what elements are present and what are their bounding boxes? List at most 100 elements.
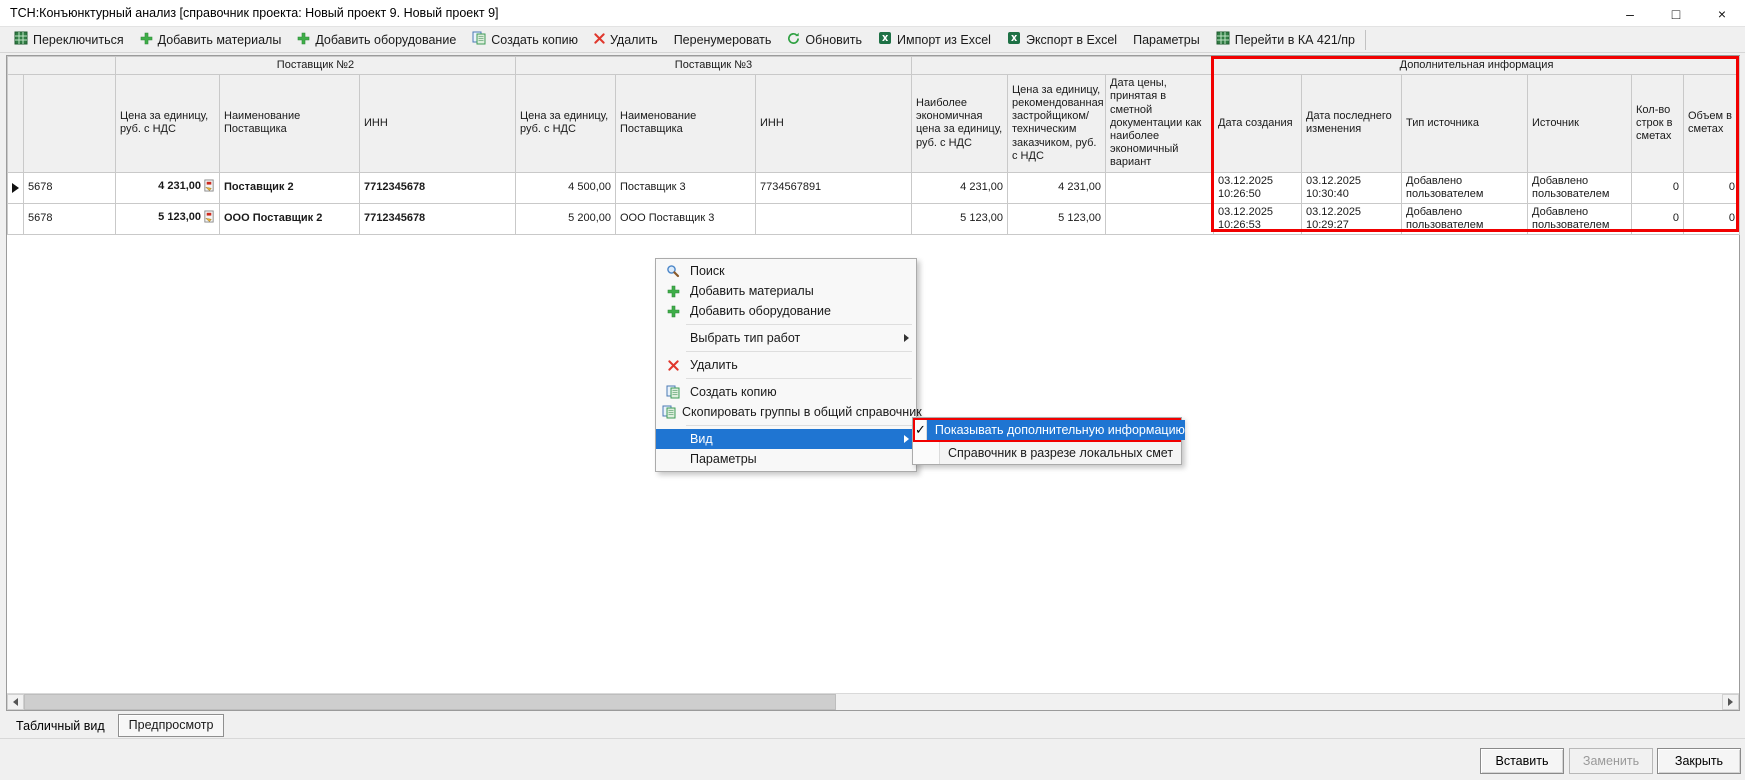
close-dialog-button[interactable]: Закрыть xyxy=(1657,748,1741,774)
column-header-price-date[interactable]: Дата цены, принятая в сметной документац… xyxy=(1106,75,1214,172)
column-header-volume[interactable]: Объем в сметах xyxy=(1684,75,1740,172)
cell-best-price[interactable]: 5 123,00 xyxy=(912,203,1008,234)
menu-item-label: Удалить xyxy=(690,358,738,372)
toolbar-delete-button[interactable]: Удалить xyxy=(586,28,666,52)
column-header-s3-price[interactable]: Цена за единицу, руб. с НДС xyxy=(516,75,616,172)
menu-item-label: Скопировать группы в общий справочник xyxy=(682,405,922,419)
cell-source-type[interactable]: Добавлено пользователем xyxy=(1402,172,1528,203)
toolbar-divider xyxy=(1365,30,1366,50)
cell-rows-count[interactable]: 0 xyxy=(1632,172,1684,203)
cell-price-date[interactable] xyxy=(1106,172,1214,203)
toolbar-switch-button[interactable]: Переключиться xyxy=(6,28,132,52)
cell-s3-price[interactable]: 5 200,00 xyxy=(516,203,616,234)
price-edit-icon[interactable] xyxy=(203,179,215,196)
menu-item-add-materials[interactable]: Добавить материалы xyxy=(656,281,916,301)
cell-code[interactable]: 5678 xyxy=(24,203,116,234)
cell-s3-price[interactable]: 4 500,00 xyxy=(516,172,616,203)
toolbar-create-copy-button[interactable]: Создать копию xyxy=(464,28,586,52)
tab-table-view[interactable]: Табличный вид xyxy=(6,716,115,737)
cell-s3-inn[interactable] xyxy=(756,203,912,234)
cell-rows-count[interactable]: 0 xyxy=(1632,203,1684,234)
suppliers-table: Поставщик №2 Поставщик №3 Дополнительная… xyxy=(7,56,1740,235)
switch-grid-icon xyxy=(14,31,28,48)
column-header-created[interactable]: Дата создания xyxy=(1214,75,1302,172)
cell-volume[interactable]: 0 xyxy=(1684,172,1740,203)
cell-best-price[interactable]: 4 231,00 xyxy=(912,172,1008,203)
group-header-empty xyxy=(912,57,1214,75)
maximize-button[interactable]: □ xyxy=(1653,0,1699,27)
submenu-item-directory-by-estimates[interactable]: Справочник в разрезе локальных смет xyxy=(913,442,1181,464)
row-indicator xyxy=(8,172,24,203)
column-header-s3-inn[interactable]: ИНН xyxy=(756,75,912,172)
cell-created[interactable]: 03.12.2025 10:26:50 xyxy=(1214,172,1302,203)
toolbar-label: Переключиться xyxy=(33,33,124,47)
menu-item-label: Вид xyxy=(690,432,713,446)
cell-price-date[interactable] xyxy=(1106,203,1214,234)
cell-modified[interactable]: 03.12.2025 10:30:40 xyxy=(1302,172,1402,203)
cell-code[interactable]: 5678 xyxy=(24,172,116,203)
cell-s2-name[interactable]: Поставщик 2 xyxy=(220,172,360,203)
scrollbar-thumb[interactable] xyxy=(24,694,836,710)
submenu-item-show-additional-info[interactable]: ✓ Показывать дополнительную информацию xyxy=(913,418,1181,442)
column-header-s2-name[interactable]: Наименование Поставщика xyxy=(220,75,360,172)
column-header-s3-name[interactable]: Наименование Поставщика xyxy=(616,75,756,172)
cell-source[interactable]: Добавлено пользователем xyxy=(1528,203,1632,234)
menu-item-create-copy[interactable]: Создать копию xyxy=(656,382,916,402)
column-header-s2-price[interactable]: Цена за единицу, руб. с НДС xyxy=(116,75,220,172)
table-row[interactable]: 5678 4 231,00 Поставщик 2 7712345678 4 5… xyxy=(8,172,1740,203)
toolbar-goto-ka-button[interactable]: Перейти в КА 421/пр xyxy=(1208,28,1363,52)
close-button[interactable]: × xyxy=(1699,0,1745,27)
toolbar-label: Импорт из Excel xyxy=(897,33,991,47)
toolbar-renumber-button[interactable]: Перенумеровать xyxy=(666,28,780,52)
menu-item-select-work-type[interactable]: Выбрать тип работ xyxy=(656,328,916,348)
scroll-left-button[interactable] xyxy=(7,694,24,710)
horizontal-scrollbar[interactable] xyxy=(7,693,1739,710)
menu-item-copy-groups[interactable]: Скопировать группы в общий справочник xyxy=(656,402,916,422)
minimize-button[interactable]: – xyxy=(1607,0,1653,27)
toolbar-parameters-button[interactable]: Параметры xyxy=(1125,28,1208,52)
menu-item-delete[interactable]: Удалить xyxy=(656,355,916,375)
toolbar-import-excel-button[interactable]: Импорт из Excel xyxy=(870,28,999,52)
menu-item-parameters[interactable]: Параметры xyxy=(656,449,916,469)
refresh-icon xyxy=(787,32,800,48)
cell-s2-price[interactable]: 4 231,00 xyxy=(116,172,220,203)
price-edit-icon[interactable] xyxy=(203,210,215,227)
cell-source[interactable]: Добавлено пользователем xyxy=(1528,172,1632,203)
menu-item-view[interactable]: Вид xyxy=(656,429,916,449)
cell-modified[interactable]: 03.12.2025 10:29:27 xyxy=(1302,203,1402,234)
column-header-best-price[interactable]: Наиболее экономичная цена за единицу, ру… xyxy=(912,75,1008,172)
tab-preview[interactable]: Предпросмотр xyxy=(118,714,225,737)
cell-volume[interactable]: 0 xyxy=(1684,203,1740,234)
cell-s2-inn[interactable]: 7712345678 xyxy=(360,172,516,203)
menu-item-add-equipment[interactable]: Добавить оборудование xyxy=(656,301,916,321)
excel-icon xyxy=(878,31,892,48)
toolbar-add-equipment-button[interactable]: Добавить оборудование xyxy=(289,28,464,52)
scroll-right-button[interactable] xyxy=(1722,694,1739,710)
cell-created[interactable]: 03.12.2025 10:26:53 xyxy=(1214,203,1302,234)
cell-s2-inn[interactable]: 7712345678 xyxy=(360,203,516,234)
cell-recommended-price[interactable]: 4 231,00 xyxy=(1008,172,1106,203)
cell-recommended-price[interactable]: 5 123,00 xyxy=(1008,203,1106,234)
column-header-code[interactable] xyxy=(24,75,116,172)
insert-button[interactable]: Вставить xyxy=(1480,748,1564,774)
toolbar-refresh-button[interactable]: Обновить xyxy=(779,28,870,52)
toolbar-label: Перенумеровать xyxy=(674,33,772,47)
toolbar-export-excel-button[interactable]: Экспорт в Excel xyxy=(999,28,1125,52)
cell-s3-name[interactable]: ООО Поставщик 3 xyxy=(616,203,756,234)
column-header-source-type[interactable]: Тип источника xyxy=(1402,75,1528,172)
menu-separator xyxy=(686,351,912,352)
column-header-recommended-price[interactable]: Цена за единицу, рекомендованная застрой… xyxy=(1008,75,1106,172)
cell-s2-price[interactable]: 5 123,00 xyxy=(116,203,220,234)
cell-s3-name[interactable]: Поставщик 3 xyxy=(616,172,756,203)
column-header-rows-count[interactable]: Кол-во строк в сметах xyxy=(1632,75,1684,172)
menu-item-search[interactable]: Поиск xyxy=(656,261,916,281)
toolbar-add-materials-button[interactable]: Добавить материалы xyxy=(132,28,290,52)
column-header-source[interactable]: Источник xyxy=(1528,75,1632,172)
column-header-modified[interactable]: Дата последнего изменения xyxy=(1302,75,1402,172)
excel-icon xyxy=(1007,31,1021,48)
cell-s3-inn[interactable]: 7734567891 xyxy=(756,172,912,203)
cell-s2-name[interactable]: ООО Поставщик 2 xyxy=(220,203,360,234)
column-header-s2-inn[interactable]: ИНН xyxy=(360,75,516,172)
table-row[interactable]: 5678 5 123,00 ООО Поставщик 2 7712345678… xyxy=(8,203,1740,234)
cell-source-type[interactable]: Добавлено пользователем xyxy=(1402,203,1528,234)
